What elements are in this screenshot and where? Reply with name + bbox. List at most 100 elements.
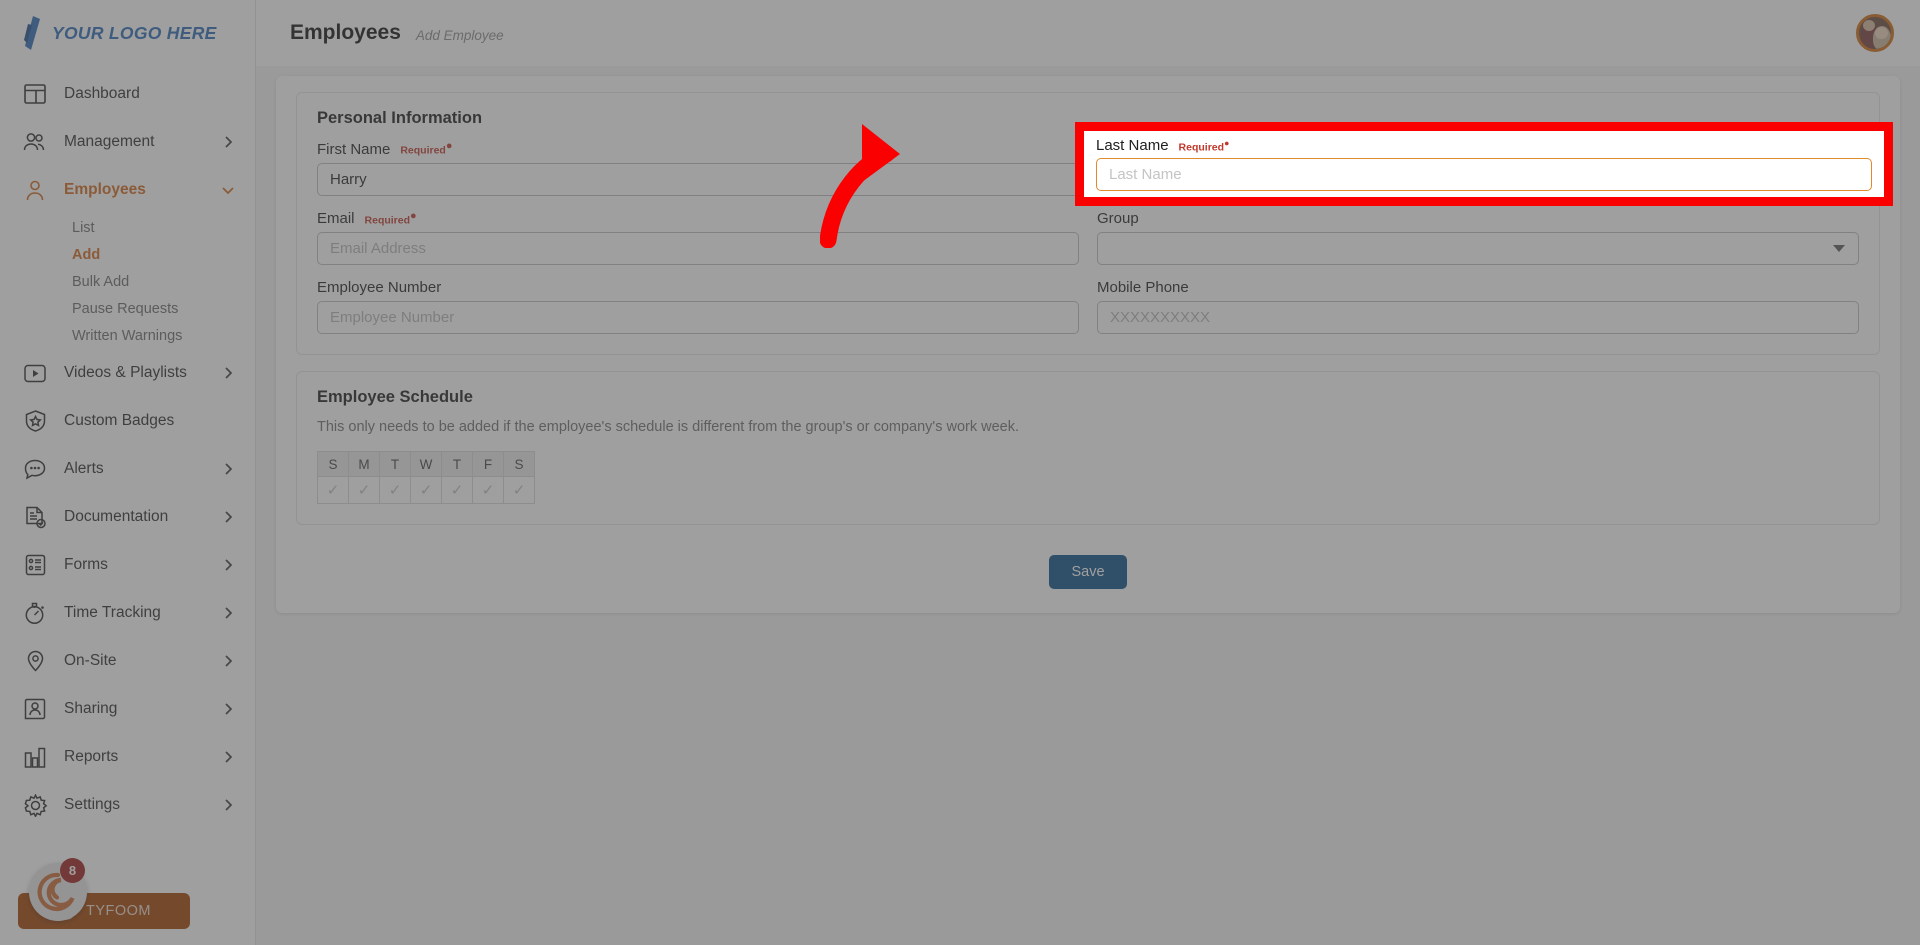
- person-icon: [22, 177, 48, 203]
- sidebar-item-videos-playlists[interactable]: Videos & Playlists: [0, 349, 255, 397]
- chevron-down-icon: [222, 187, 234, 195]
- schedule-day-checkbox[interactable]: ✓: [441, 476, 473, 504]
- tyfoom-label: TYFOOM: [85, 903, 152, 919]
- sidebar-item-label: Time Tracking: [64, 604, 161, 621]
- field-label-row: Mobile Phone: [1097, 279, 1859, 296]
- employee-number-input[interactable]: [317, 301, 1079, 334]
- section-title-employee-schedule: Employee Schedule: [317, 388, 473, 406]
- field-employee-number: Employee Number: [317, 279, 1079, 334]
- field-label-row: Last Name Required●: [1096, 137, 1872, 154]
- chevron-right-icon: [225, 799, 233, 811]
- sidebar-subitem-written-warnings[interactable]: Written Warnings: [0, 322, 255, 349]
- chevron-right-icon: [225, 136, 233, 148]
- sidebar-subitem-list[interactable]: List: [0, 214, 255, 241]
- shield-star-icon: [22, 408, 48, 434]
- avatar-face-right: [1875, 27, 1888, 39]
- field-mobile-phone: Mobile Phone: [1097, 279, 1859, 334]
- sidebar-item-custom-badges[interactable]: Custom Badges: [0, 397, 255, 445]
- schedule-day-checkbox[interactable]: ✓: [379, 476, 411, 504]
- field-label: Mobile Phone: [1097, 279, 1189, 296]
- sidebar-item-label: Videos & Playlists: [64, 364, 187, 381]
- app-root: YOUR LOGO HERE Dashboard Management Empl…: [0, 0, 1920, 945]
- field-label-row: Email Required●: [317, 210, 1079, 228]
- annotation-arrow-icon: [820, 124, 900, 248]
- sidebar-item-alerts[interactable]: Alerts: [0, 445, 255, 493]
- chevron-right-icon: [225, 511, 233, 523]
- chevron-right-icon: [225, 463, 233, 475]
- sidebar-item-time-tracking[interactable]: Time Tracking: [0, 589, 255, 637]
- sidebar-item-label: Sharing: [64, 700, 118, 717]
- schedule-table: S M T W T F S ✓ ✓ ✓ ✓ ✓ ✓ ✓: [317, 451, 535, 504]
- dashboard-icon: [22, 81, 48, 107]
- mobile-phone-input[interactable]: [1097, 301, 1859, 334]
- sidebar-subitem-bulk-add[interactable]: Bulk Add: [0, 268, 255, 295]
- sidebar-item-label: Dashboard: [64, 85, 140, 102]
- sidebar-item-label: Alerts: [64, 460, 104, 477]
- avatar-face-left: [1863, 20, 1875, 31]
- document-check-icon: [22, 504, 48, 530]
- sidebar-item-label: Documentation: [64, 508, 169, 525]
- avatar[interactable]: [1856, 14, 1894, 52]
- field-label: Last Name: [1096, 137, 1169, 154]
- sidebar-subitem-pause-requests[interactable]: Pause Requests: [0, 295, 255, 322]
- first-name-input[interactable]: [317, 162, 1079, 196]
- chevron-right-icon: [225, 367, 233, 379]
- required-marker: Required●: [364, 209, 417, 227]
- schedule-day-checkbox[interactable]: ✓: [472, 476, 504, 504]
- sidebar-item-forms[interactable]: Forms: [0, 541, 255, 589]
- employee-schedule-panel: Employee Schedule This only needs to be …: [296, 371, 1880, 525]
- required-marker: Required●: [400, 140, 453, 157]
- field-label-row: Employee Number: [317, 279, 1079, 296]
- form-row-email-group: Email Required● Group: [317, 210, 1859, 266]
- schedule-day-header: S: [503, 451, 535, 477]
- people-icon: [22, 129, 48, 155]
- sidebar-subitem-add[interactable]: Add: [0, 241, 255, 268]
- breadcrumb: Add Employee: [415, 28, 504, 43]
- gear-icon: [22, 792, 48, 818]
- field-label: Employee Number: [317, 279, 442, 296]
- schedule-check-row: ✓ ✓ ✓ ✓ ✓ ✓ ✓: [317, 476, 535, 504]
- field-first-name: First Name Required●: [317, 140, 1079, 196]
- tyfoom-notification-badge[interactable]: 8: [60, 858, 85, 883]
- stopwatch-icon: [22, 600, 48, 626]
- schedule-day-checkbox[interactable]: ✓: [317, 476, 349, 504]
- schedule-day-header: W: [410, 451, 442, 477]
- share-person-icon: [22, 696, 48, 722]
- field-label: Group: [1097, 209, 1139, 227]
- schedule-day-header: M: [348, 451, 380, 477]
- chevron-right-icon: [225, 703, 233, 715]
- field-group: Group: [1097, 210, 1859, 266]
- field-label: Email: [317, 210, 355, 227]
- sidebar-item-management[interactable]: Management: [0, 118, 255, 166]
- sidebar-item-reports[interactable]: Reports: [0, 733, 255, 781]
- schedule-day-header: T: [441, 451, 473, 477]
- sidebar-item-documentation[interactable]: Documentation: [0, 493, 255, 541]
- tyfoom-widget: TYFOOM 8: [0, 849, 255, 945]
- sidebar-item-dashboard[interactable]: Dashboard: [0, 70, 255, 118]
- field-label-row: First Name Required●: [317, 140, 1079, 158]
- save-button[interactable]: Save: [1049, 555, 1127, 589]
- form-list-icon: [22, 552, 48, 578]
- sidebar-item-label: Custom Badges: [64, 412, 175, 429]
- annotation-highlight-last-name: Last Name Required●: [1075, 122, 1893, 206]
- sidebar-item-label: Settings: [64, 796, 121, 813]
- app-logo[interactable]: YOUR LOGO HERE: [0, 0, 255, 66]
- email-input[interactable]: [317, 232, 1079, 265]
- sidebar-item-sharing[interactable]: Sharing: [0, 685, 255, 733]
- group-select-wrap: [1097, 231, 1859, 265]
- schedule-header-row: S M T W T F S: [317, 451, 535, 477]
- chevron-right-icon: [225, 751, 233, 763]
- last-name-input[interactable]: [1096, 158, 1872, 191]
- required-marker: Required●: [1178, 137, 1230, 154]
- sidebar: YOUR LOGO HERE Dashboard Management Empl…: [0, 0, 256, 945]
- sidebar-item-label: On-Site: [64, 652, 117, 669]
- sidebar-item-on-site[interactable]: On-Site: [0, 637, 255, 685]
- sidebar-item-settings[interactable]: Settings: [0, 781, 255, 829]
- group-select[interactable]: [1097, 231, 1859, 265]
- schedule-day-checkbox[interactable]: ✓: [348, 476, 380, 504]
- schedule-day-checkbox[interactable]: ✓: [503, 476, 535, 504]
- map-pin-icon: [22, 648, 48, 674]
- schedule-day-checkbox[interactable]: ✓: [410, 476, 442, 504]
- sidebar-item-label: Management: [64, 133, 155, 150]
- sidebar-item-employees[interactable]: Employees: [0, 166, 255, 214]
